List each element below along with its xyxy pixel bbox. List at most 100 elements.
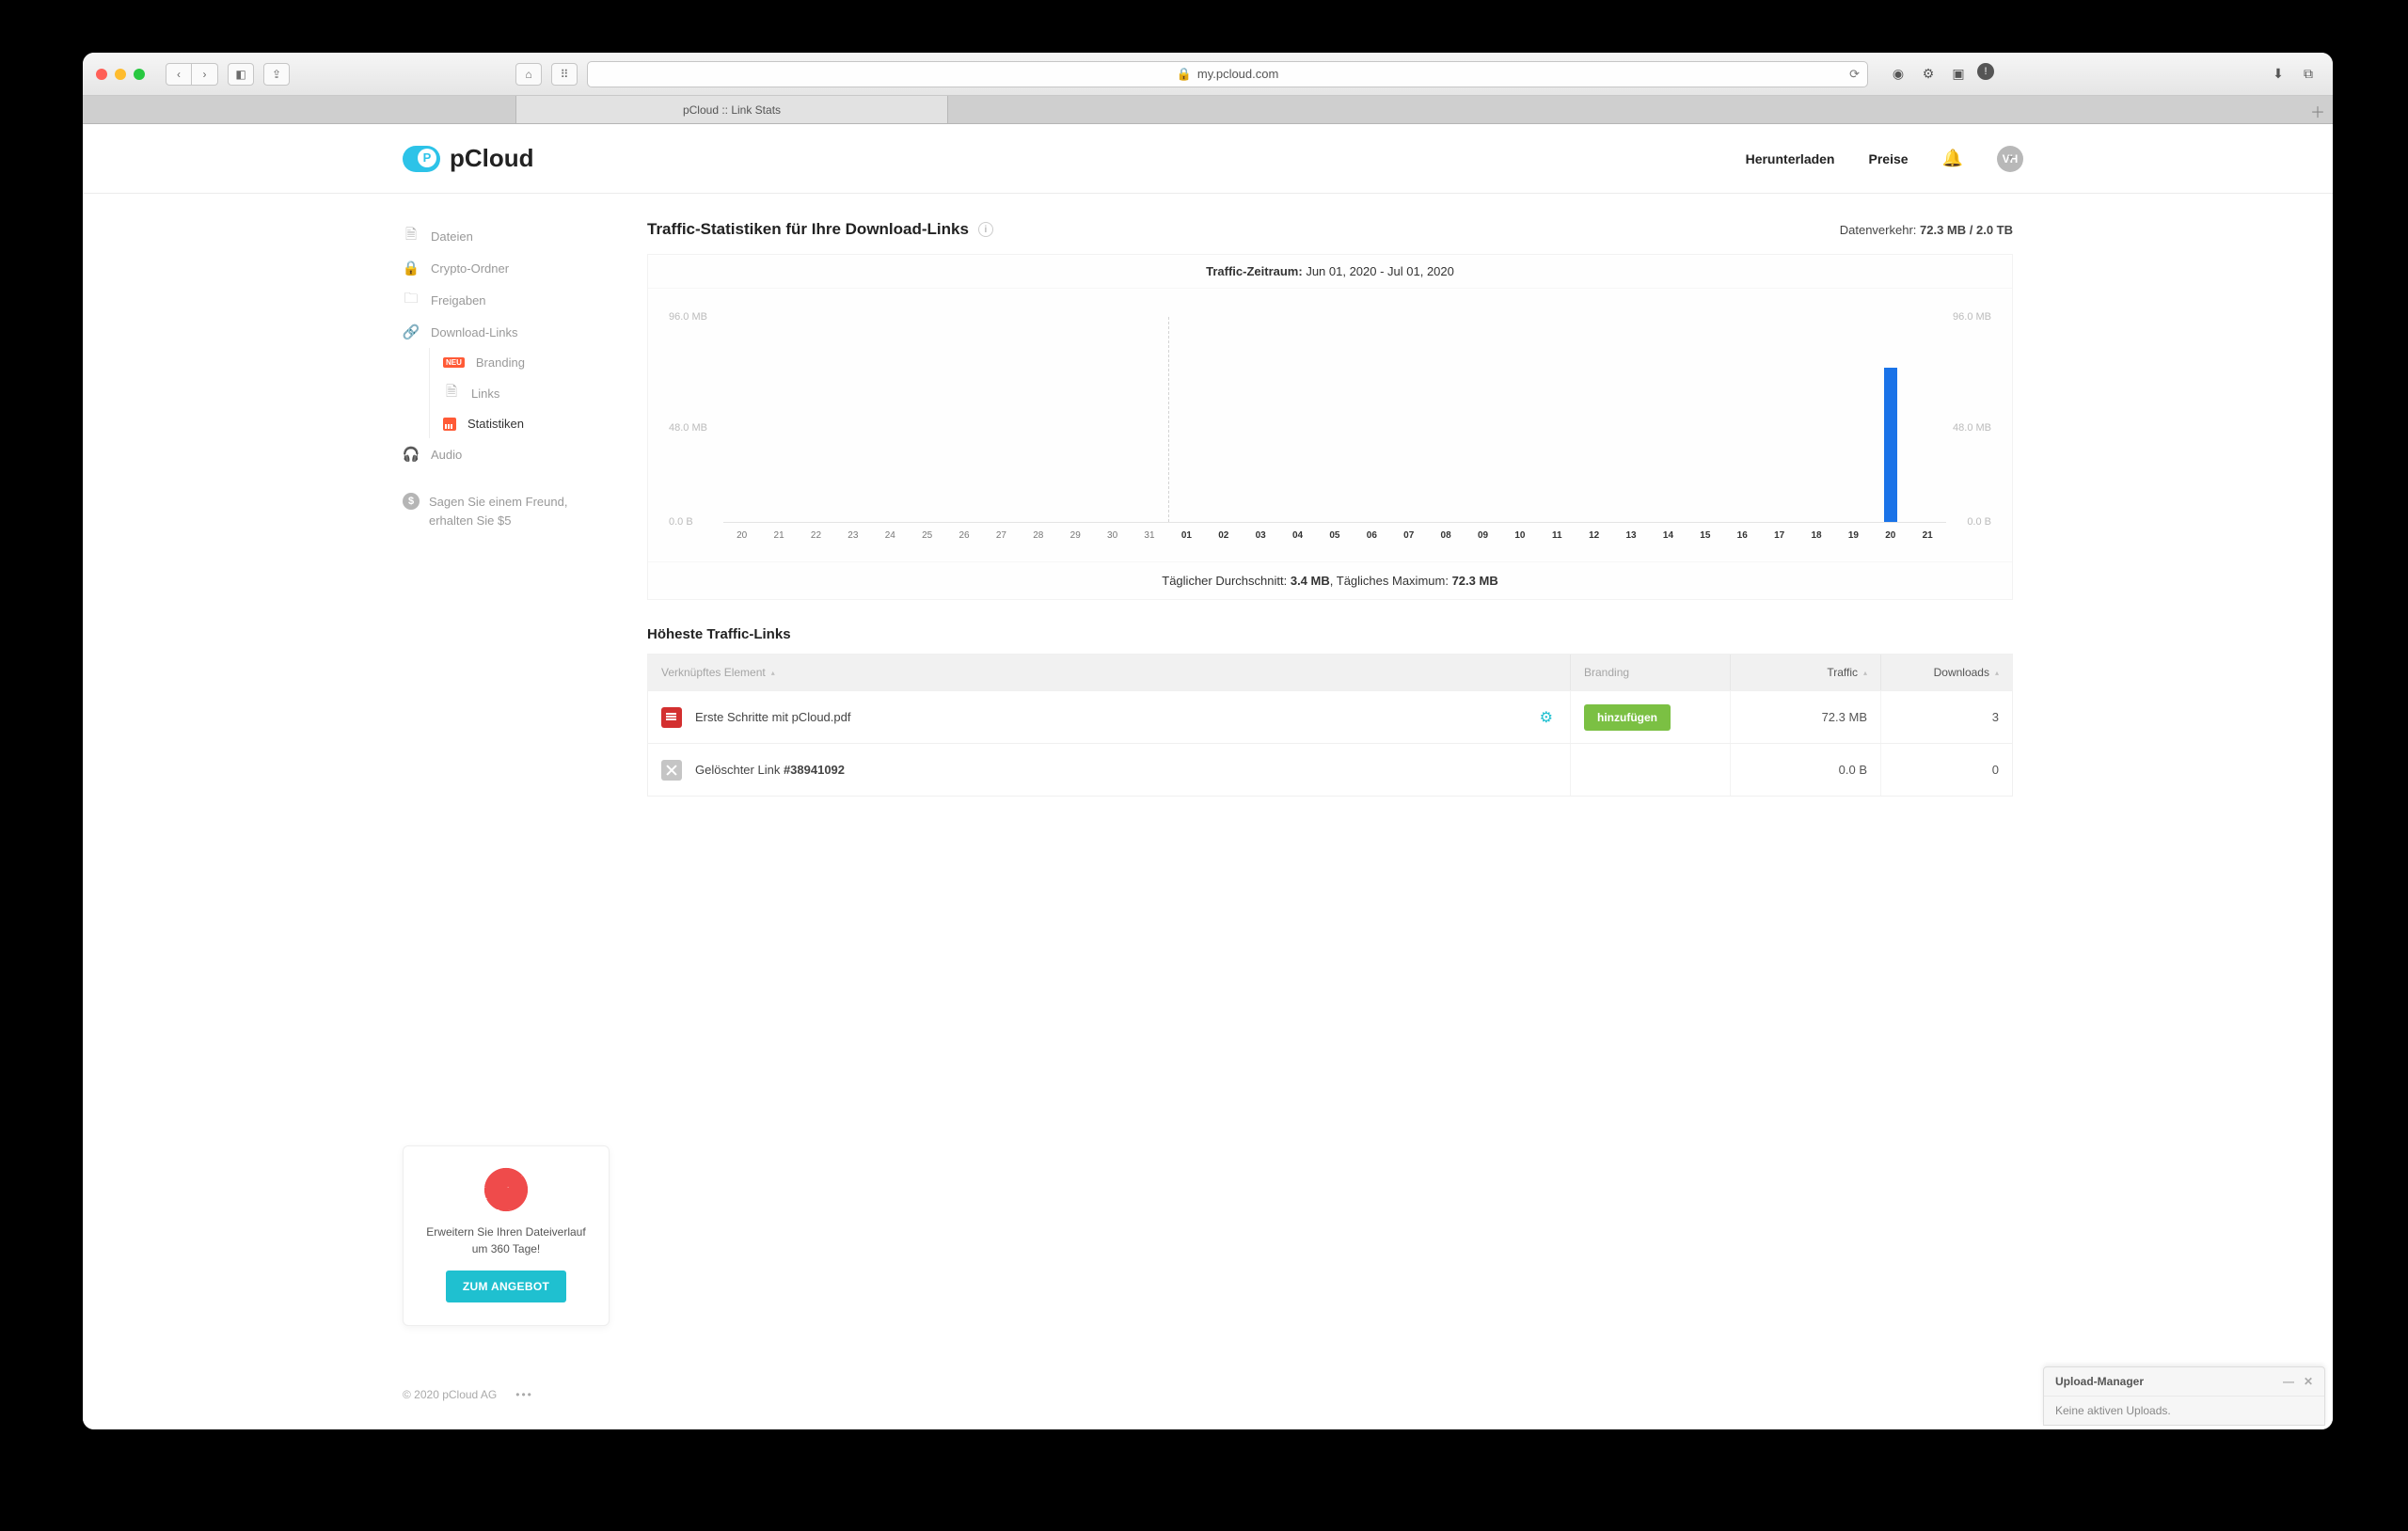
sidebar-label: Freigaben	[431, 293, 486, 308]
tab-strip: pCloud :: Link Stats ＋	[83, 96, 2333, 124]
new-badge: NEU	[443, 357, 465, 368]
sidebar-label: Audio	[431, 448, 462, 462]
downloads-cell: 0	[1880, 744, 2012, 796]
col-downloads[interactable]: Downloads▴	[1880, 655, 2012, 690]
headphones-icon: 🎧	[403, 446, 420, 463]
traffic-summary: Datenverkehr: 72.3 MB / 2.0 TB	[1840, 223, 2013, 237]
pdf-icon	[661, 707, 682, 728]
sidebar-toggle-button[interactable]: ◧	[228, 63, 254, 86]
lock-icon: 🔒	[403, 260, 420, 276]
sidebar-sub-stats[interactable]: Statistiken	[430, 409, 628, 438]
sidebar-label: Statistiken	[467, 417, 524, 431]
info-icon[interactable]: i	[978, 222, 993, 237]
sidebar-label: Branding	[476, 355, 525, 370]
reload-icon[interactable]: ⟳	[1849, 67, 1860, 82]
new-tab-button[interactable]: ＋	[2310, 100, 2325, 122]
sidebar-sub-branding[interactable]: NEU Branding	[430, 348, 628, 377]
sidebar-label: Links	[471, 387, 499, 401]
sidebar-label: Dateien	[431, 229, 473, 244]
col-item[interactable]: Verknüpftes Element▴	[648, 655, 1570, 690]
file-icon: 🗎	[403, 228, 420, 245]
link-icon: 🔗	[403, 324, 420, 340]
ext-icon-4[interactable]: !	[1977, 63, 1994, 80]
nav-download[interactable]: Herunterladen	[1746, 151, 1835, 166]
window-controls	[96, 69, 145, 80]
deleted-icon	[661, 760, 682, 781]
home-button[interactable]: ⌂	[515, 63, 542, 86]
browser-tab[interactable]: pCloud :: Link Stats	[515, 96, 948, 123]
page-footer: © 2020 pCloud AG •••	[403, 1388, 533, 1401]
extension-icons: ◉ ⚙ ▣ !	[1887, 63, 1994, 86]
chart-period[interactable]: Traffic-Zeitraum: Jun 01, 2020 - Jul 01,…	[648, 255, 2012, 289]
app-header: pCloud Herunterladen Preise 🔔 VH ▾	[83, 124, 2333, 194]
copyright: © 2020 pCloud AG	[403, 1388, 497, 1401]
top-links-heading: Höheste Traffic-Links	[647, 626, 2013, 642]
col-branding[interactable]: Branding	[1570, 655, 1730, 690]
sidebar-item-files[interactable]: 🗎 Dateien	[403, 220, 628, 252]
stats-icon	[443, 418, 456, 431]
referral-banner[interactable]: $ Sagen Sie einem Freund, erhalten Sie $…	[403, 493, 628, 529]
upload-manager-title: Upload-Manager	[2055, 1375, 2144, 1388]
downloads-icon[interactable]: ⬇	[2267, 63, 2289, 86]
notifications-icon[interactable]: 🔔	[1942, 149, 1963, 168]
gear-icon[interactable]: ⚙	[1540, 708, 1553, 727]
traffic-cell: 0.0 B	[1730, 744, 1880, 796]
table-row[interactable]: Erste Schritte mit pCloud.pdf ⚙ hinzufüg…	[648, 690, 2012, 743]
back-button[interactable]: ‹	[166, 63, 192, 86]
sidebar-sub-links[interactable]: 🗎 Links	[430, 377, 628, 409]
sidebar-item-crypto[interactable]: 🔒 Crypto-Ordner	[403, 252, 628, 284]
folder-share-icon: 🗀	[403, 292, 420, 308]
max-label: Tägliches Maximum:	[1337, 574, 1449, 588]
sidebar-label: Download-Links	[431, 325, 518, 339]
zoom-window-icon[interactable]	[134, 69, 145, 80]
brand-logo[interactable]: pCloud	[403, 144, 534, 173]
downloads-cell: 3	[1880, 691, 2012, 743]
minimize-window-icon[interactable]	[115, 69, 126, 80]
minimize-icon[interactable]: —	[2283, 1375, 2294, 1388]
safari-toolbar: ‹ › ◧ ⇪ ⌂ ⠿ 🔒 my.pcloud.com ⟳ ◉ ⚙ ▣ ! ⬇ …	[83, 53, 2333, 96]
address-bar[interactable]: 🔒 my.pcloud.com ⟳	[587, 61, 1868, 87]
tabs-overview-icon[interactable]: ⧉	[2297, 63, 2320, 86]
sort-asc-icon: ▴	[1863, 669, 1867, 677]
brand-name: pCloud	[450, 144, 534, 173]
nav-prices[interactable]: Preise	[1869, 151, 1909, 166]
avg-value: 3.4 MB	[1291, 574, 1330, 588]
traffic-value: 72.3 MB / 2.0 TB	[1920, 223, 2013, 237]
nav-back-forward: ‹ ›	[166, 63, 218, 86]
share-button[interactable]: ⇪	[263, 63, 290, 86]
pcloud-logo-icon	[403, 146, 440, 172]
col-traffic[interactable]: Traffic▴	[1730, 655, 1880, 690]
sidebar-item-audio[interactable]: 🎧 Audio	[403, 438, 628, 470]
sort-asc-icon: ▴	[771, 669, 775, 677]
page-title-text: Traffic-Statistiken für Ihre Download-Li…	[647, 220, 969, 239]
ext-icon-2[interactable]: ⚙	[1917, 63, 1940, 86]
ext-icon-3[interactable]: ▣	[1947, 63, 1970, 86]
chevron-down-icon[interactable]: ▾	[2008, 153, 2013, 164]
upload-manager: Upload-Manager — ✕ Keine aktiven Uploads…	[2043, 1366, 2325, 1426]
link-name: Erste Schritte mit pCloud.pdf	[695, 710, 850, 724]
promo-text: Erweitern Sie Ihren Dateiverlauf um 360 …	[420, 1223, 592, 1257]
sort-asc-icon: ▴	[1995, 669, 1999, 677]
page-title: Traffic-Statistiken für Ihre Download-Li…	[647, 220, 993, 239]
lock-icon: 🔒	[1177, 67, 1192, 82]
upload-manager-status: Keine aktiven Uploads.	[2044, 1397, 2324, 1425]
close-window-icon[interactable]	[96, 69, 107, 80]
promo-cta-button[interactable]: ZUM ANGEBOT	[446, 1271, 566, 1302]
traffic-cell: 72.3 MB	[1730, 691, 1880, 743]
close-icon[interactable]: ✕	[2304, 1375, 2313, 1388]
apps-grid-button[interactable]: ⠿	[551, 63, 578, 86]
sidebar-item-download-links[interactable]: 🔗 Download-Links	[403, 316, 628, 348]
dollar-icon: $	[403, 493, 420, 510]
add-branding-button[interactable]: hinzufügen	[1584, 704, 1671, 731]
sidebar-item-shares[interactable]: 🗀 Freigaben	[403, 284, 628, 316]
table-row[interactable]: Gelöschter Link #38941092 0.0 B 0	[648, 743, 2012, 796]
referral-text-1: Sagen Sie einem Freund,	[429, 495, 567, 509]
footer-menu-icon[interactable]: •••	[515, 1388, 533, 1401]
period-value: Jun 01, 2020 - Jul 01, 2020	[1306, 264, 1454, 278]
forward-button[interactable]: ›	[192, 63, 218, 86]
avg-label: Täglicher Durchschnitt:	[1162, 574, 1287, 588]
ext-icon-1[interactable]: ◉	[1887, 63, 1909, 86]
promo-card: % Erweitern Sie Ihren Dateiverlauf um 36…	[403, 1145, 610, 1326]
main-content: Traffic-Statistiken für Ihre Download-Li…	[647, 220, 2333, 1429]
app-page: pCloud Herunterladen Preise 🔔 VH ▾ 🗎 Dat…	[83, 124, 2333, 1429]
